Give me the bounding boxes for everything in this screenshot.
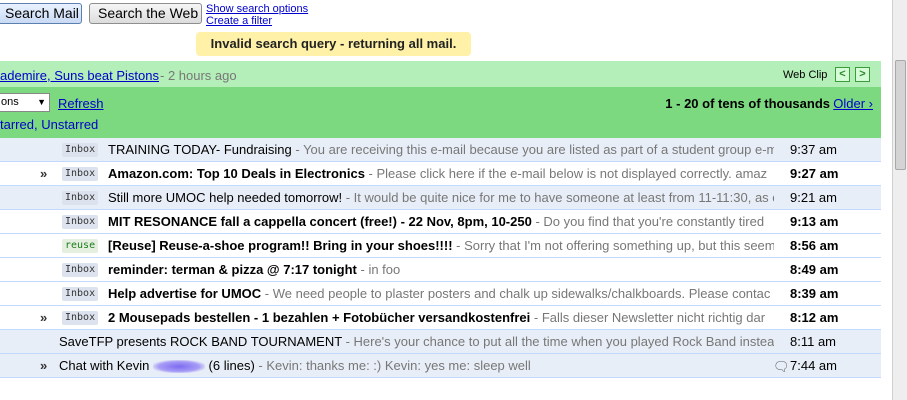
message-row[interactable]: Inbox MIT RESONANCE fall a cappella conce… [0,210,881,234]
message-snippet: - Kevin: thanks me: :) Kevin: yes me: sl… [254,358,531,373]
redacted-name [152,360,205,374]
web-clip-headline-link[interactable]: ademire, Suns beat Pistons [0,68,159,83]
chevron-right-icon[interactable]: > [855,67,870,82]
message-subject: Chat with Kevin [59,358,153,373]
message-subject: [Reuse] Reuse-a-shoe program!! Bring in … [108,238,453,253]
message-row[interactable]: » Inbox 2 Mousepads bestellen - 1 bezahlen… [0,306,881,330]
web-clip-bar: ademire, Suns beat Pistons - 2 hours ago… [0,61,881,87]
message-row[interactable]: Inbox Still more UMOC help needed tomorro… [0,186,881,210]
message-snippet: - Falls dieser Newsletter nicht richtig … [530,310,766,325]
message-list: Inbox TRAINING TODAY- Fundraising - You a… [0,138,881,378]
dropdown-arrow-icon: ▼ [37,97,46,107]
select-unstarred-link[interactable]: Unstarred [41,117,98,132]
message-snippet: - Do you find that you're constantly tir… [531,214,765,229]
message-row[interactable]: Inbox TRAINING TODAY- Fundraising - You a… [0,138,881,162]
message-subject: 2 Mousepads bestellen - 1 bezahlen + Fot… [108,310,531,325]
message-subject: MIT RESONANCE fall a cappella concert (f… [108,214,532,229]
message-snippet: - Here's your chance to put all the time… [341,334,774,349]
message-content[interactable]: Help advertise for UMOC - We need people… [108,282,774,305]
message-snippet: - Sorry that I'm not offering something … [452,238,774,253]
message-time: 8:12 am [790,310,839,325]
message-label[interactable]: Inbox [62,167,99,181]
message-row[interactable]: » Inbox Amazon.com: Top 10 Deals in Electr… [0,162,881,186]
message-subject-suffix: (6 lines) [204,358,255,373]
message-time: 8:49 am [790,262,839,277]
message-row[interactable]: Inbox Help advertise for UMOC - We need p… [0,282,881,306]
message-snippet: - in foo [356,262,401,277]
page-of: of tens of thousands [698,96,830,111]
search-web-button[interactable]: Search the Web [89,3,202,24]
create-filter-link[interactable]: Create a filter [206,15,272,27]
message-content[interactable]: TRAINING TODAY- Fundraising - You are re… [108,138,774,161]
message-content[interactable]: [Reuse] Reuse-a-shoe program!! Bring in … [108,234,774,257]
more-actions-value: ons [1,96,19,108]
importance-marker-icon: » [40,358,48,373]
message-row[interactable]: » Chat with Kevin (6 lines) - Kevin: than… [0,354,881,378]
chat-bubble-icon: 🗨 [773,359,790,374]
message-subject: Help advertise for UMOC [108,286,262,301]
message-time: 7:44 am [790,358,837,373]
message-label[interactable]: Inbox [62,263,99,277]
message-label[interactable]: Inbox [62,143,99,157]
message-subject: Still more UMOC help needed tomorrow! [108,190,343,205]
page-range: 1 - 20 [665,96,699,111]
web-clip-time: - 2 hours ago [160,68,237,83]
message-time: 9:21 am [790,190,837,205]
message-label[interactable]: Inbox [62,215,99,229]
message-row[interactable]: Inbox reminder: terman & pizza @ 7:17 ton… [0,258,881,282]
more-actions-select[interactable]: ons ▼ [0,93,50,112]
scrollbar-thumb[interactable] [895,60,906,170]
message-subject: Amazon.com: Top 10 Deals in Electronics [108,166,365,181]
message-content[interactable]: Chat with Kevin (6 lines) - Kevin: thank… [59,354,774,377]
message-content[interactable]: 2 Mousepads bestellen - 1 bezahlen + Fot… [108,306,774,329]
message-label[interactable]: Inbox [62,311,99,325]
select-starred-link[interactable]: tarred [0,117,34,132]
message-content[interactable]: MIT RESONANCE fall a cappella concert (f… [108,210,774,233]
message-content[interactable]: SaveTFP presents ROCK BAND TOURNAMENT - … [59,330,774,353]
scrollbar[interactable] [892,0,907,400]
chevron-left-icon[interactable]: < [835,67,850,82]
importance-marker-icon: » [40,166,48,181]
web-clip-label: Web Clip [783,69,828,81]
refresh-link[interactable]: Refresh [58,96,104,111]
message-snippet: - It would be quite nice for me to have … [342,190,774,205]
message-snippet: - Please click here if the e-mail below … [364,166,768,181]
select-star-links: tarred, Unstarred [0,117,98,132]
message-content[interactable]: Still more UMOC help needed tomorrow! - … [108,186,774,209]
message-time: 8:56 am [790,238,839,253]
message-time: 9:13 am [790,214,839,229]
message-content[interactable]: Amazon.com: Top 10 Deals in Electronics … [108,162,774,185]
message-content[interactable]: reminder: terman & pizza @ 7:17 tonight … [108,258,774,281]
show-search-options-link[interactable]: Show search options [206,3,308,15]
older-link[interactable]: Older › [833,96,873,111]
message-row[interactable]: reuse [Reuse] Reuse-a-shoe program!! Brin… [0,234,881,258]
message-time: 9:37 am [790,142,837,157]
message-time: 8:11 am [790,334,837,349]
page-count: 1 - 20 of tens of thousands [665,96,830,111]
message-time: 9:27 am [790,166,839,181]
importance-marker-icon: » [40,310,48,325]
message-subject: TRAINING TODAY- Fundraising [108,142,292,157]
message-row[interactable]: SaveTFP presents ROCK BAND TOURNAMENT - … [0,330,881,354]
invalid-query-notice: Invalid search query - returning all mai… [196,32,471,56]
message-snippet: - We need people to plaster posters and … [261,286,771,301]
search-mail-button[interactable]: Search Mail [0,3,82,24]
message-label[interactable]: Inbox [62,287,99,301]
message-label[interactable]: Inbox [62,191,99,205]
message-subject: reminder: terman & pizza @ 7:17 tonight [108,262,357,277]
message-time: 8:39 am [790,286,839,301]
message-snippet: - You are receiving this e-mail because … [291,142,774,157]
message-toolbar: ons ▼ Refresh tarred, Unstarred 1 - 20 o… [0,87,881,138]
message-label[interactable]: reuse [62,239,99,253]
message-subject: SaveTFP presents ROCK BAND TOURNAMENT [59,334,342,349]
